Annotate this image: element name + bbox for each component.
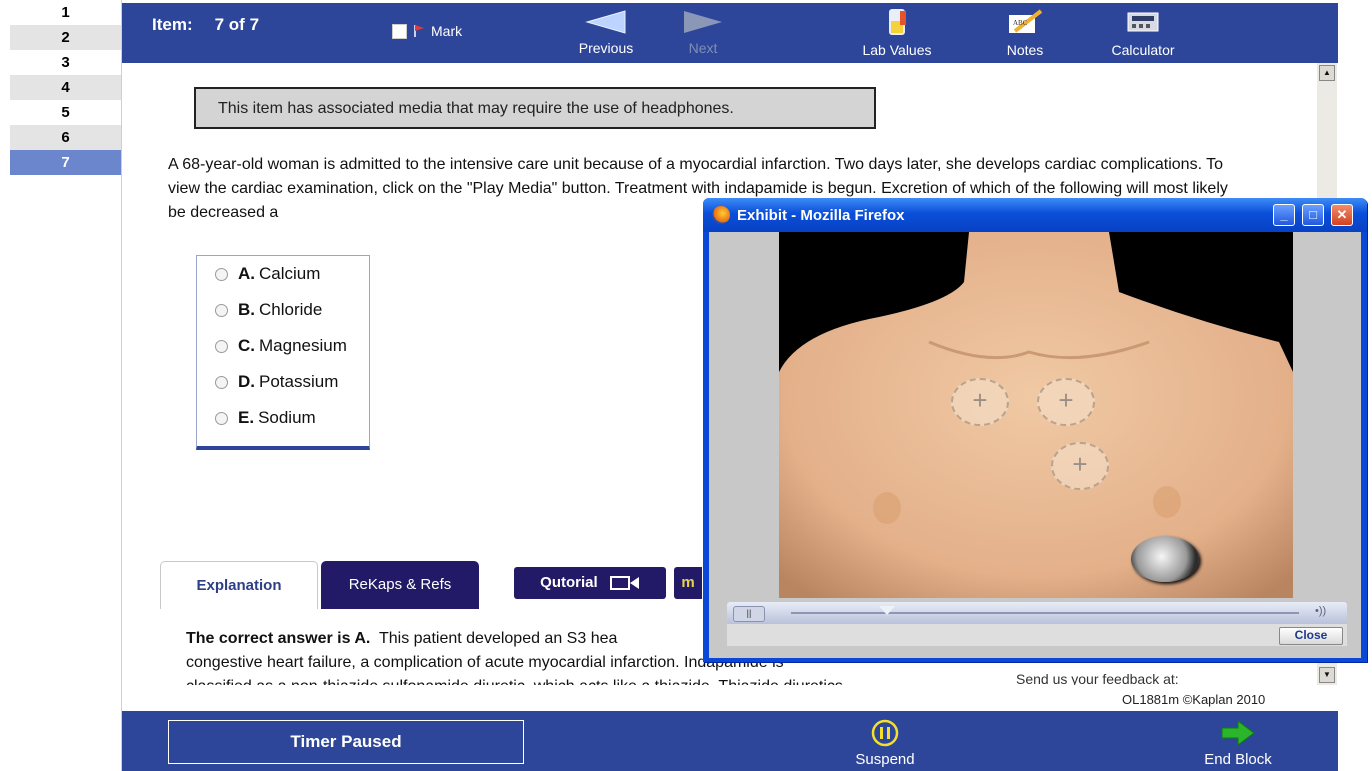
item-number-7[interactable]: 7 [10,150,121,175]
item-label: Item: [152,15,193,34]
choice-c[interactable]: C. Magnesium [197,328,369,364]
lab-values-button[interactable]: Lab Values [850,7,944,58]
calculator-button[interactable]: Calculator [1102,7,1184,58]
item-number-5[interactable]: 5 [10,100,121,125]
svg-text:ABC: ABC [1013,19,1028,27]
notes-button[interactable]: ABC Notes [1000,7,1050,58]
tab-explanation[interactable]: Explanation [160,561,318,609]
cardiac-exam-video[interactable]: + + + [779,232,1293,598]
maximize-button[interactable]: □ [1302,204,1324,226]
flask-icon [889,9,906,35]
choice-letter: E. [238,408,255,427]
arrow-right-icon [1221,720,1255,746]
calculator-icon [1127,12,1159,32]
scroll-down-button[interactable]: ▼ [1319,667,1335,683]
end-block-button[interactable]: End Block [1196,719,1280,768]
timer-status: Timer Paused [168,720,524,764]
lab-values-label: Lab Values [862,42,932,58]
item-number-4[interactable]: 4 [10,75,121,100]
explanation-line-1: This patient developed an S3 hea [378,630,618,647]
notepad-icon: ABC [1009,9,1043,33]
minimize-button[interactable]: _ [1273,204,1295,226]
next-label: Next [688,40,718,56]
choice-text: Chloride [259,300,323,319]
previous-label: Previous [578,40,634,56]
item-number-3[interactable]: 3 [10,50,121,75]
answer-choices: A. Calcium B. Chloride C. Magnesium D. Potas… [196,255,370,450]
choice-text: Potassium [259,372,339,391]
popup-title-bar[interactable]: Exhibit - Mozilla Firefox _ □ ✕ [703,198,1367,232]
choice-d[interactable]: D. Potassium [197,364,369,400]
radio-icon[interactable] [215,303,228,317]
progress-handle[interactable] [879,606,895,615]
radio-icon[interactable] [215,339,228,353]
end-block-label: End Block [1204,751,1272,768]
window-close-button[interactable]: ✕ [1331,204,1353,226]
choice-text: Sodium [258,408,316,427]
bottom-toolbar: Timer Paused Suspend End Block [122,711,1338,771]
media-notice: This item has associated media that may … [194,87,876,129]
mark-checkbox[interactable] [392,23,407,39]
item-number-1[interactable]: 1 [10,0,121,25]
suspend-label: Suspend [855,751,915,768]
item-number-2[interactable]: 2 [10,25,121,50]
arrow-left-icon [585,10,626,34]
video-camera-icon [609,576,639,591]
next-button[interactable]: Next [682,9,724,56]
media-controls: || •)) [727,602,1347,624]
pause-icon [871,719,899,747]
mark-control[interactable]: Mark [392,23,462,39]
suspend-button[interactable]: Suspend [848,719,922,768]
chest-illustration [779,232,1293,598]
partial-tab-button[interactable]: m [674,567,702,599]
qutorial-button[interactable]: Qutorial [514,567,666,599]
exhibit-popup-window: Exhibit - Mozilla Firefox _ □ ✕ + + + ||… [703,198,1367,662]
flag-icon [414,25,424,37]
popup-body: + + + || •)) Close [709,232,1361,658]
previous-button[interactable]: Previous [572,9,640,56]
qutorial-label: Qutorial [540,574,598,591]
firefox-icon [712,206,730,224]
choice-letter: A. [238,264,255,283]
notes-label: Notes [1006,42,1044,58]
top-toolbar: Item: 7 of 7 Mark Previous Next Lab Value… [122,3,1338,63]
pause-button[interactable]: || [733,606,765,622]
choice-text: Calcium [259,264,321,283]
popup-close-button[interactable]: Close [1279,627,1343,645]
choice-e[interactable]: E. Sodium [197,400,369,436]
item-indicator: Item: 7 of 7 [152,15,259,35]
item-number-list: 1 2 3 4 5 6 7 [10,0,122,771]
item-count: 7 of 7 [214,15,260,34]
auscultation-point-pulmonic[interactable]: + [1037,378,1095,426]
item-number-6[interactable]: 6 [10,125,121,150]
feedback-text: Send us your feedback at: [1016,671,1179,685]
progress-track[interactable] [791,612,1299,614]
choice-letter: C. [238,336,255,355]
scroll-up-button[interactable]: ▲ [1319,65,1335,81]
radio-icon[interactable] [215,411,228,425]
auscultation-point-tricuspid[interactable]: + [1051,442,1109,490]
popup-footer: Close [727,624,1347,646]
choice-b[interactable]: B. Chloride [197,292,369,328]
mark-label: Mark [431,23,463,39]
explanation-line-3: classified as a non-thiazide sulfonamide… [186,675,966,685]
choice-text: Magnesium [259,336,347,355]
tab-rekaps-refs[interactable]: ReKaps & Refs [321,561,479,609]
popup-title: Exhibit - Mozilla Firefox [737,207,905,224]
calculator-label: Calculator [1111,42,1175,58]
radio-icon[interactable] [215,267,228,281]
choice-letter: D. [238,372,255,391]
radio-icon[interactable] [215,375,228,389]
arrow-right-icon [684,11,722,33]
choice-a[interactable]: A. Calcium [197,256,369,292]
auscultation-point-aortic[interactable]: + [951,378,1009,426]
volume-icon[interactable]: •)) [1315,605,1326,617]
copyright-text: OL1881m ©Kaplan 2010 [1122,692,1266,707]
stethoscope-icon[interactable] [1131,536,1199,582]
correct-answer-lead: The correct answer is A. [186,630,371,647]
choice-letter: B. [238,300,255,319]
